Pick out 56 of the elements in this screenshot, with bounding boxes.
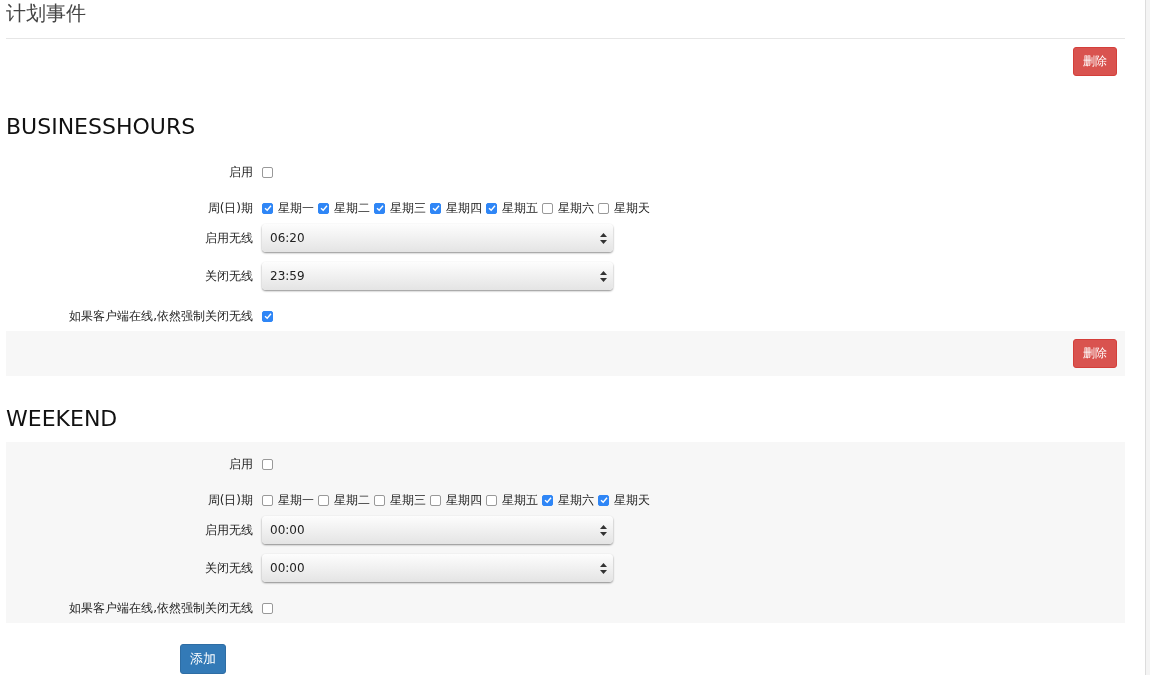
- updown-arrows-icon: [600, 562, 607, 574]
- checkbox[interactable]: [374, 202, 385, 214]
- field-label: 启用无线: [204, 521, 254, 539]
- checkbox[interactable]: [318, 494, 329, 506]
- checkbox[interactable]: [542, 202, 553, 214]
- field-label: 周(日)期: [206, 199, 254, 217]
- checkbox[interactable]: [598, 202, 609, 214]
- checkbox[interactable]: [262, 458, 273, 470]
- add-button[interactable]: 添加: [180, 644, 226, 674]
- updown-arrows-icon: [600, 232, 607, 244]
- field-label: 关闭无线: [204, 267, 254, 285]
- day-label: 星期五: [502, 199, 538, 217]
- time-select[interactable]: 06:20: [262, 224, 613, 252]
- checkbox[interactable]: [542, 494, 553, 506]
- field-label: 启用: [228, 163, 254, 181]
- time-select[interactable]: 23:59: [262, 262, 613, 290]
- checkbox[interactable]: [430, 494, 441, 506]
- day-label: 星期三: [390, 491, 426, 509]
- field-label: 启用无线: [204, 229, 254, 247]
- delete-button[interactable]: 删除: [1073, 47, 1117, 76]
- day-label: 星期三: [390, 199, 426, 217]
- delete-button[interactable]: 删除: [1073, 339, 1117, 368]
- field-label: 如果客户端在线,依然强制关闭无线: [68, 599, 254, 617]
- scrollbar[interactable]: [1145, 0, 1150, 675]
- checkbox[interactable]: [318, 202, 329, 214]
- field-label: 周(日)期: [206, 491, 254, 509]
- field-label: 关闭无线: [204, 559, 254, 577]
- checkbox[interactable]: [486, 494, 497, 506]
- day-label: 星期六: [558, 491, 594, 509]
- section-heading: BUSINESSHOURS: [6, 114, 197, 140]
- time-select[interactable]: 00:00: [262, 516, 613, 544]
- day-label: 星期天: [614, 199, 650, 217]
- day-label: 星期二: [334, 199, 370, 217]
- day-label: 星期二: [334, 491, 370, 509]
- updown-arrows-icon: [600, 270, 607, 282]
- checkbox[interactable]: [262, 202, 273, 214]
- day-label: 星期五: [502, 491, 538, 509]
- day-label: 星期天: [614, 491, 650, 509]
- day-label: 星期六: [558, 199, 594, 217]
- checkbox[interactable]: [262, 166, 273, 178]
- day-label: 星期一: [278, 491, 314, 509]
- checkbox[interactable]: [486, 202, 497, 214]
- checkbox[interactable]: [262, 602, 273, 614]
- field-label: 启用: [228, 455, 254, 473]
- day-label: 星期四: [446, 491, 482, 509]
- time-select[interactable]: 00:00: [262, 554, 613, 582]
- day-label: 星期一: [278, 199, 314, 217]
- checkbox[interactable]: [262, 494, 273, 506]
- checkbox[interactable]: [374, 494, 385, 506]
- section-heading: WEEKEND: [6, 406, 119, 432]
- field-label: 如果客户端在线,依然强制关闭无线: [68, 307, 254, 325]
- day-label: 星期四: [446, 199, 482, 217]
- checkbox[interactable]: [262, 310, 273, 322]
- checkbox[interactable]: [598, 494, 609, 506]
- checkbox[interactable]: [430, 202, 441, 214]
- updown-arrows-icon: [600, 524, 607, 536]
